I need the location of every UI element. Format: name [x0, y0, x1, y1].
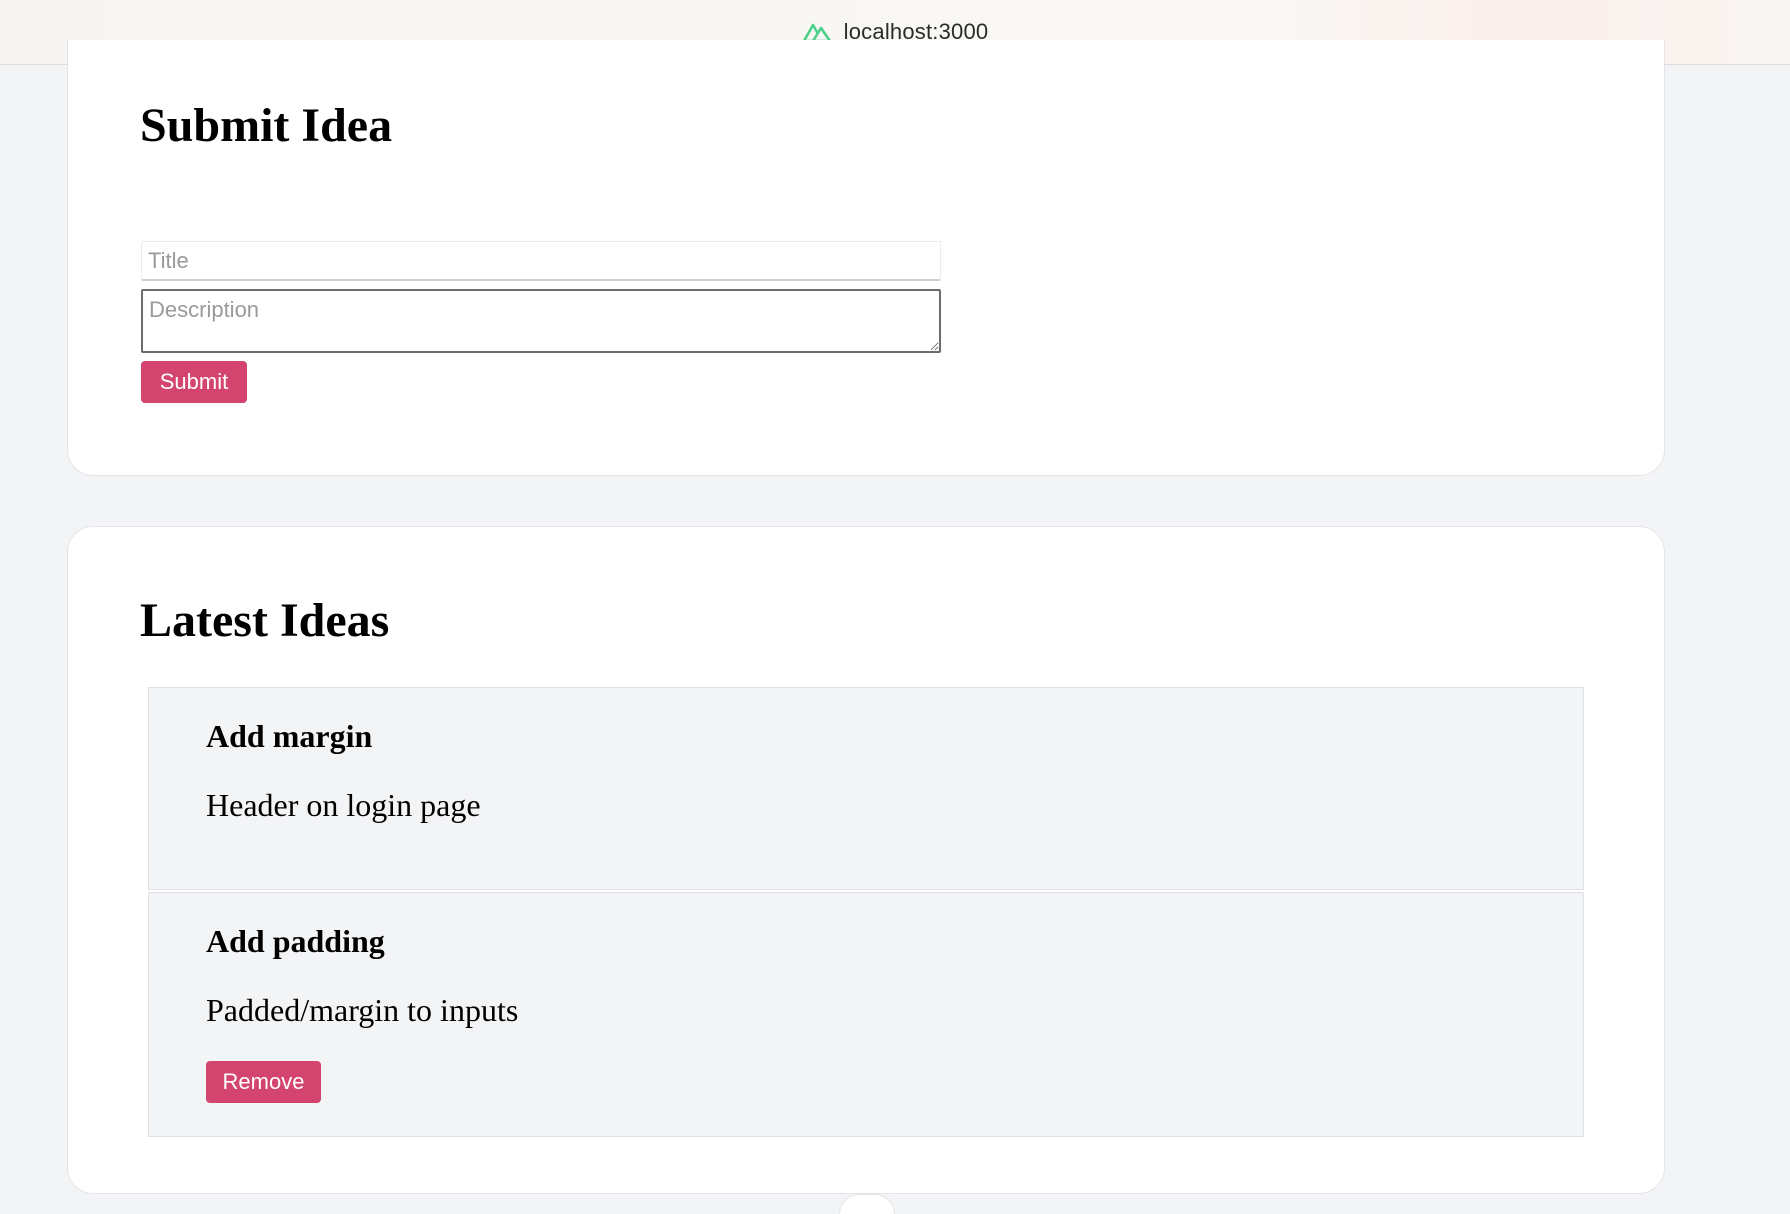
idea-title: Add padding — [206, 923, 385, 959]
submit-button[interactable]: Submit — [141, 361, 247, 403]
idea-description: Padded/margin to inputs — [206, 992, 519, 1028]
idea-item: Add padding Padded/margin to inputs Remo… — [148, 892, 1584, 1137]
description-textarea[interactable] — [141, 289, 941, 353]
submit-idea-heading: Submit Idea — [140, 99, 393, 152]
idea-description: Header on login page — [206, 787, 481, 823]
idea-item: Add margin Header on login page — [148, 687, 1584, 890]
idea-title: Add margin — [206, 718, 373, 754]
title-input[interactable] — [141, 241, 941, 281]
latest-ideas-heading: Latest Ideas — [140, 594, 390, 647]
remove-button[interactable]: Remove — [206, 1061, 321, 1103]
scroll-indicator — [839, 1194, 895, 1214]
latest-ideas-card: Latest Ideas Add margin Header on login … — [67, 526, 1665, 1194]
submit-idea-card: Submit Idea Submit — [67, 40, 1665, 476]
